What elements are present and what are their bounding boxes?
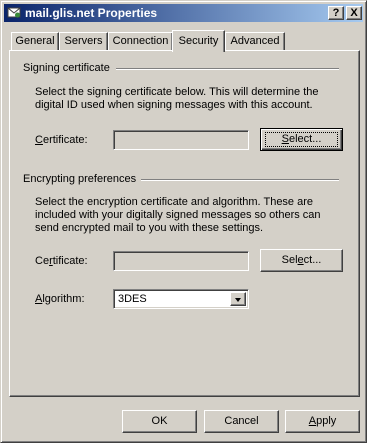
encrypting-certificate-label: Certificate: [35,255,88,267]
tab-advanced[interactable]: Advanced [225,32,285,50]
properties-dialog: mail.glis.net Properties ? X General Ser… [0,0,367,443]
help-button[interactable]: ? [328,6,344,20]
signing-description: Select the signing certificate below. Th… [35,86,319,111]
mail-account-icon [7,7,21,18]
signing-certificate-field[interactable] [113,130,249,150]
encrypting-divider [141,179,339,181]
encrypting-description: Select the encryption certificate and al… [35,196,321,234]
window-title: mail.glis.net Properties [25,6,158,20]
algorithm-value: 3DES [118,293,147,305]
encrypting-heading: Encrypting preferences [23,173,137,185]
title-bar[interactable]: mail.glis.net Properties ? X [4,4,363,22]
chevron-down-icon[interactable] [230,292,246,306]
signing-divider [116,68,339,70]
signing-select-button[interactable]: Select... [260,128,343,151]
encrypting-select-button[interactable]: Select... [260,249,343,272]
algorithm-select[interactable]: 3DES [113,289,249,309]
close-button[interactable]: X [346,6,362,20]
algorithm-label: Algorithm: [35,293,85,305]
encrypting-certificate-field[interactable] [113,251,249,271]
signing-heading: Signing certificate [23,62,110,74]
tab-security[interactable]: Security [172,30,225,52]
tab-servers[interactable]: Servers [59,32,108,50]
cancel-button[interactable]: Cancel [204,410,279,433]
tab-general[interactable]: General [11,32,59,50]
tab-connection[interactable]: Connection [108,32,173,50]
signing-certificate-label: Certificate: [35,134,88,146]
apply-button[interactable]: Apply [285,410,360,433]
ok-button[interactable]: OK [122,410,197,433]
